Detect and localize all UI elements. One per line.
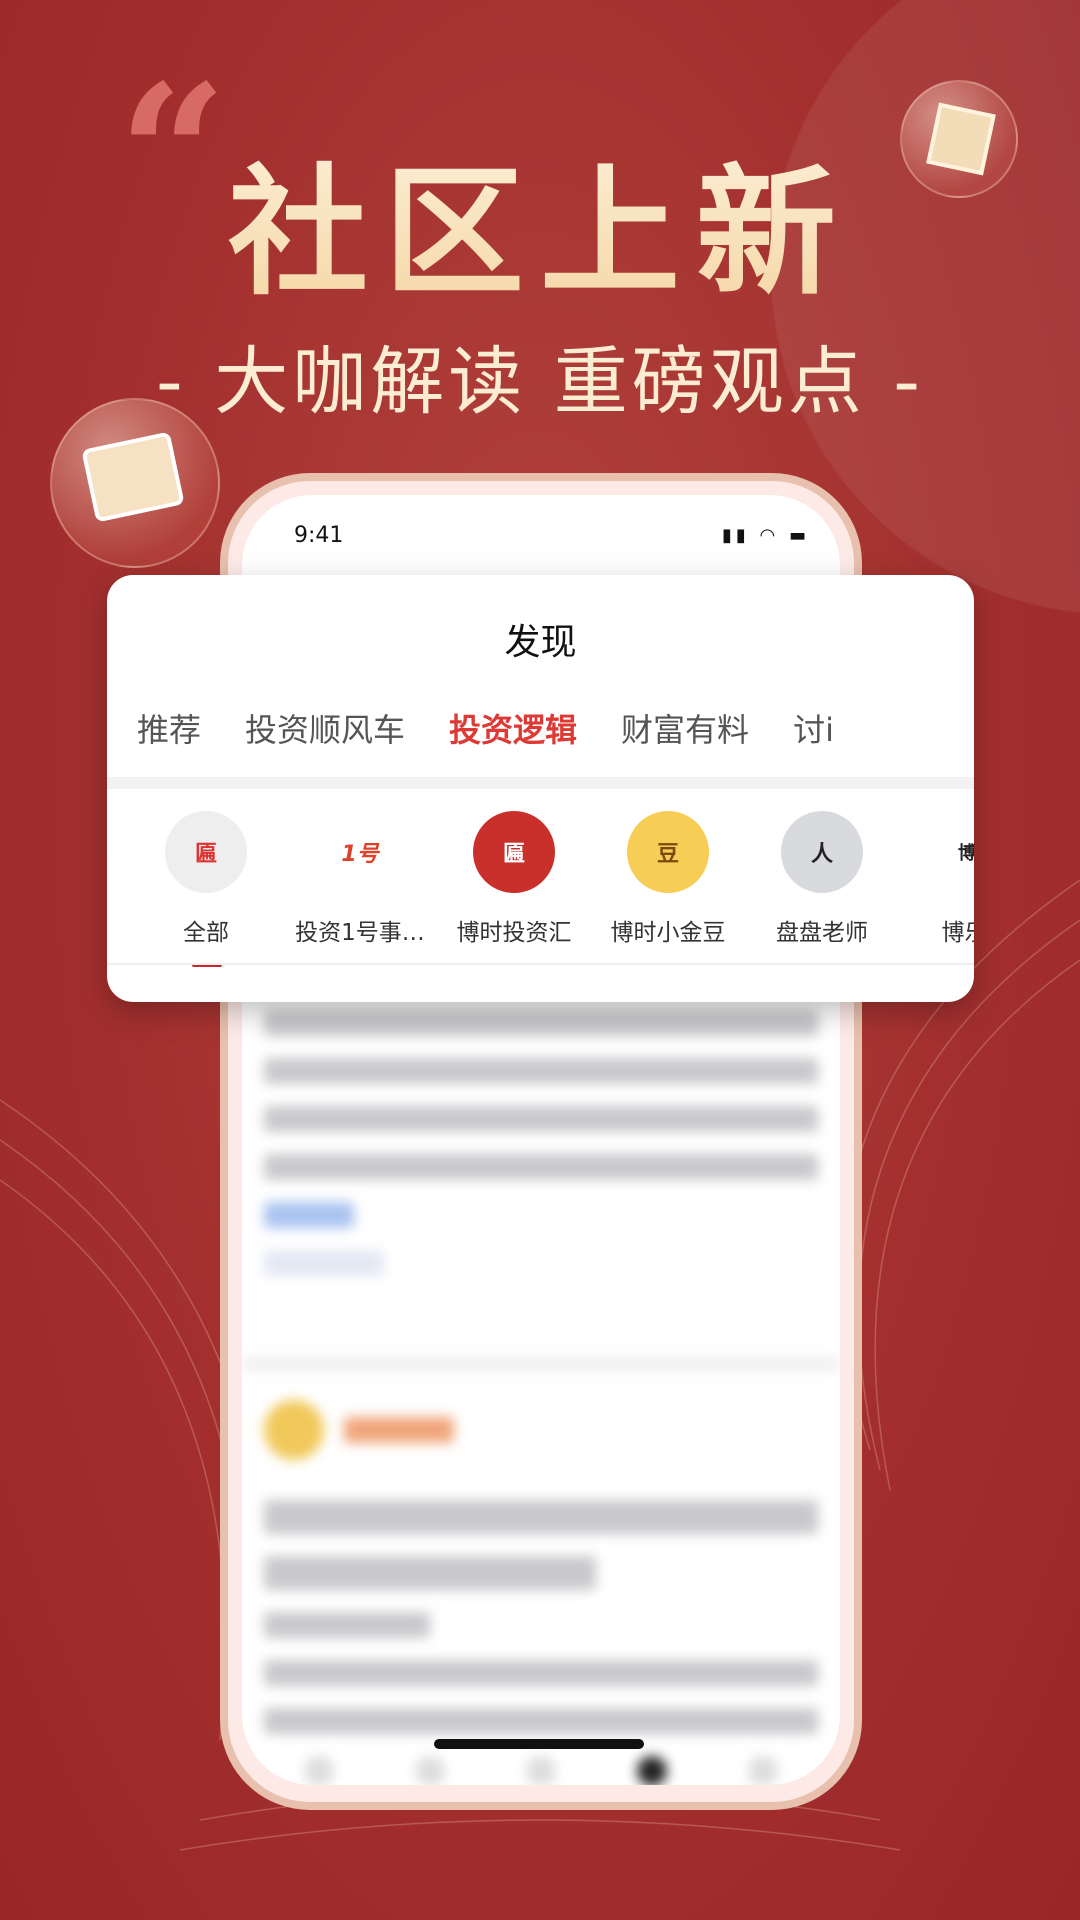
blurred-feed-post — [242, 1010, 840, 1785]
home-indicator[interactable] — [434, 1739, 644, 1749]
tab-investment-ride[interactable]: 投资顺风车 — [245, 705, 405, 751]
tab-recommend[interactable]: 推荐 — [137, 705, 201, 751]
creator-1hao[interactable]: 1号投资1号事… — [283, 811, 437, 947]
creator-label: 盘盘老师 — [776, 920, 868, 946]
logo-icon: 博乐 — [935, 811, 974, 893]
avatar: 人 — [781, 811, 863, 893]
creator-panpan[interactable]: 人盘盘老师 — [745, 811, 899, 947]
creator-boshi-touzihui[interactable]: 匾博时投资汇 — [437, 811, 591, 947]
creator-label: 博时投资汇 — [456, 920, 572, 946]
creator-label: 全部 — [183, 920, 229, 946]
tab-investment-logic[interactable]: 投资逻辑 — [449, 705, 577, 751]
wifi-icon: ◠ — [759, 525, 780, 546]
mascot-avatar: 豆 — [627, 811, 709, 893]
status-time: 9:41 — [294, 523, 344, 548]
page-title: 发现 — [504, 622, 577, 663]
creator-list: 匾全部 1号投资1号事… 匾博时投资汇 豆博时小金豆 人盘盘老师 博乐博乐智 — [129, 811, 974, 967]
logo-icon: 匾 — [473, 811, 555, 893]
logo-bubble-icon — [900, 80, 1018, 198]
signal-icon: ▮▮ — [721, 525, 750, 546]
creator-label: 博时小金豆 — [610, 920, 726, 946]
divider — [107, 963, 974, 965]
creator-xiaojindou[interactable]: 豆博时小金豆 — [591, 811, 745, 947]
tab-bar: 推荐 投资顺风车 投资逻辑 财富有料 讨i — [137, 705, 894, 751]
creator-bole[interactable]: 博乐博乐智 — [899, 811, 974, 947]
separator — [107, 777, 974, 789]
tab-wealth[interactable]: 财富有料 — [621, 705, 749, 751]
creator-all[interactable]: 匾全部 — [129, 811, 283, 967]
tab-discussion[interactable]: 讨i — [793, 705, 834, 751]
discover-card: 发现 推荐 投资顺风车 投资逻辑 财富有料 讨i 匾全部 1号 投资1号事… 匾博… — [107, 575, 974, 1002]
creator-label: 投资1号事… — [295, 920, 425, 946]
status-icons: ▮▮ ◠ ▬ — [722, 525, 810, 546]
battery-icon: ▬ — [788, 525, 810, 546]
logo-icon: 1号 — [319, 811, 401, 893]
creator-label: 博乐智 — [941, 920, 975, 946]
logo-icon: 匾 — [165, 811, 247, 893]
chat-bubble-icon — [50, 398, 220, 568]
